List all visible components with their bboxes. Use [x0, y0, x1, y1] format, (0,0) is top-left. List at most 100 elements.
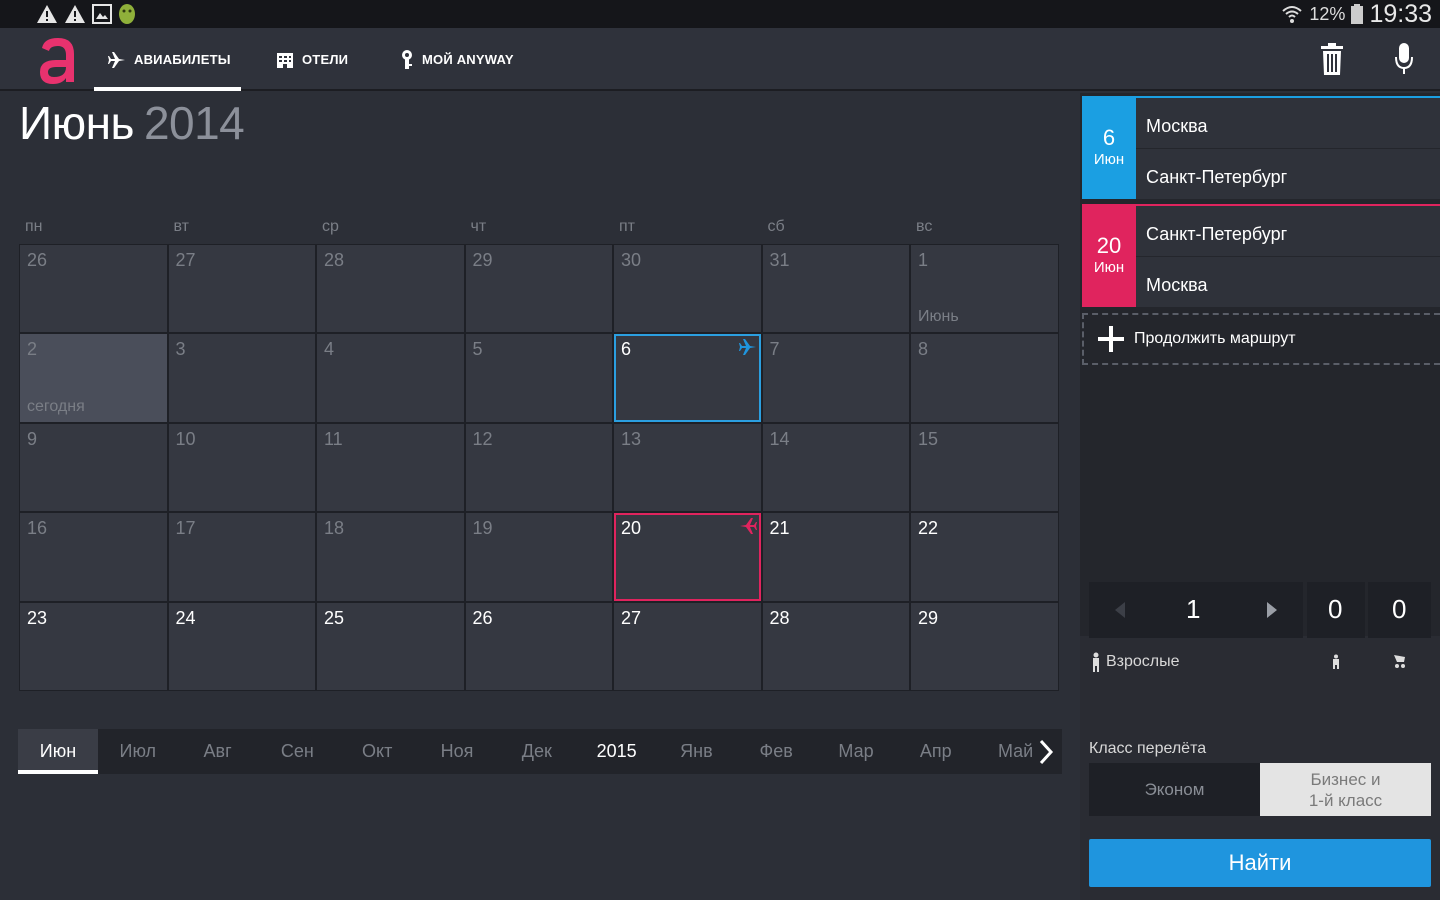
month-strip: Май Апр Мар Фев Янв 2015 Дек Ноя Окт Сен Авг Июл Июн: [18, 729, 1062, 774]
calendar-day: 26: [20, 245, 167, 333]
calendar-day: 4: [317, 334, 464, 422]
calendar-day[interactable]: 24: [168, 602, 315, 690]
business-option[interactable]: Бизнес и 1-й класс: [1260, 763, 1431, 816]
tab-my-anyway-label: МОЙ ANYWAY: [422, 52, 514, 67]
wifi-icon: [1282, 6, 1303, 23]
calendar-day[interactable]: 29: [911, 602, 1058, 690]
day-number: 10: [175, 428, 196, 449]
year-marker: 2015: [596, 741, 637, 761]
status-bar: 12% 19:33: [0, 0, 1440, 28]
calendar-day[interactable]: 22: [911, 513, 1058, 601]
day-number: 2: [27, 339, 38, 360]
day-number: 14: [769, 428, 790, 449]
day-number: 26: [27, 250, 48, 270]
month-item[interactable]: Июл: [98, 729, 178, 774]
route-card-outbound[interactable]: 6 Июн Москва Санкт-Петербург: [1082, 96, 1440, 199]
weekday-label: вс: [916, 218, 933, 235]
weekday-label: вт: [173, 218, 189, 235]
warning-icon: [65, 5, 85, 23]
calendar-title: Июнь 2014: [19, 96, 245, 150]
month-item[interactable]: Ноя: [417, 729, 497, 774]
day-number: 28: [324, 250, 345, 270]
day-number: 5: [472, 339, 483, 360]
day-number: 15: [918, 428, 939, 449]
day-number: 17: [175, 518, 196, 539]
warning-icon: [37, 5, 57, 23]
calendar-day[interactable]: 23: [20, 602, 167, 690]
day-number: 27: [621, 607, 642, 628]
calendar-day: 8: [911, 334, 1058, 422]
infants-stepper[interactable]: 0: [1368, 582, 1431, 638]
anyway-logo[interactable]: [36, 34, 80, 86]
calendar-day: 9: [20, 423, 167, 512]
tab-my-anyway[interactable]: МОЙ ANYWAY: [400, 28, 514, 91]
search-button[interactable]: Найти: [1089, 839, 1431, 887]
month-item[interactable]: Авг: [178, 729, 258, 774]
day-number: 23: [27, 607, 48, 628]
calendar-day-selected[interactable]: 6: [614, 334, 761, 422]
day-caption: Июнь: [918, 308, 959, 326]
children-stepper[interactable]: 0: [1307, 582, 1365, 638]
plane-icon: [108, 51, 125, 68]
trash-icon[interactable]: [1320, 42, 1344, 76]
adults-count: 1: [1186, 594, 1201, 624]
calendar-day[interactable]: 26: [465, 602, 612, 690]
month-item[interactable]: Дек: [497, 729, 577, 774]
day-number: 9: [27, 428, 38, 449]
month-item[interactable]: Сен: [257, 729, 337, 774]
key-icon: [402, 49, 412, 69]
tab-flights-label: АВИАБИЛЕТЫ: [134, 52, 231, 67]
calendar-day: 7: [762, 334, 909, 422]
hotel-icon: [277, 52, 293, 68]
route-card-return[interactable]: 20 Июн Санкт-Петербург Москва: [1082, 204, 1440, 307]
increment-arrow-icon[interactable]: [1267, 602, 1277, 618]
continue-route-button[interactable]: Продолжить маршрут: [1082, 313, 1440, 365]
day-number: 27: [175, 250, 196, 270]
day-number: 16: [27, 518, 48, 539]
day-number: 25: [324, 607, 345, 628]
day-number: 22: [918, 518, 939, 539]
route-day: 20: [1096, 232, 1122, 258]
plus-icon: [1098, 326, 1124, 352]
stroller-icon: [1394, 655, 1405, 668]
month-item[interactable]: Окт: [337, 729, 417, 774]
calendar-day-selected[interactable]: 20: [614, 513, 761, 601]
weekday-header: пн вт ср чт пт сб вс: [19, 218, 1059, 242]
route-date: 20 Июн: [1082, 204, 1136, 307]
day-number: 12: [472, 428, 493, 449]
month-item[interactable]: Июн: [18, 729, 98, 774]
route-day: 6: [1102, 124, 1116, 150]
route-from: Москва: [1146, 116, 1208, 136]
month-item[interactable]: Янв: [656, 729, 736, 774]
calendar-day-today: 2 сегодня: [20, 334, 167, 422]
calendar-day: 29: [465, 245, 612, 333]
day-number: 31: [769, 250, 790, 270]
calendar-day[interactable]: 25: [317, 602, 464, 690]
month-item[interactable]: Фев: [736, 729, 816, 774]
decrement-arrow-icon[interactable]: [1115, 602, 1125, 618]
economy-option[interactable]: Эконом: [1089, 763, 1260, 816]
child-icon: [1333, 654, 1339, 669]
calendar-day: 16: [20, 513, 167, 601]
weekday-label: ср: [322, 218, 339, 235]
route-to: Санкт-Петербург: [1146, 167, 1288, 187]
calendar-day[interactable]: 28: [762, 602, 909, 690]
calendar-day[interactable]: 27: [614, 602, 761, 690]
calendar-day: 11: [317, 423, 464, 512]
children-count: 0: [1328, 594, 1343, 624]
calendar-day[interactable]: 21: [762, 513, 909, 601]
route-to: Москва: [1146, 275, 1208, 295]
month-item[interactable]: Мар: [816, 729, 896, 774]
tab-hotels[interactable]: ОТЕЛИ: [276, 28, 348, 91]
month-item[interactable]: Апр: [896, 729, 976, 774]
day-number: 19: [472, 518, 493, 539]
chevron-right-icon[interactable]: [1038, 739, 1054, 765]
weekday-label: пт: [619, 218, 635, 235]
route-from: Санкт-Петербург: [1146, 224, 1288, 244]
weekday-label: пн: [25, 218, 43, 235]
tab-flights[interactable]: АВИАБИЛЕТЫ: [94, 28, 241, 91]
calendar-day: 17: [168, 513, 315, 601]
adults-stepper[interactable]: 1: [1089, 582, 1303, 638]
calendar-day: 10: [168, 423, 315, 512]
microphone-icon[interactable]: [1394, 42, 1414, 76]
